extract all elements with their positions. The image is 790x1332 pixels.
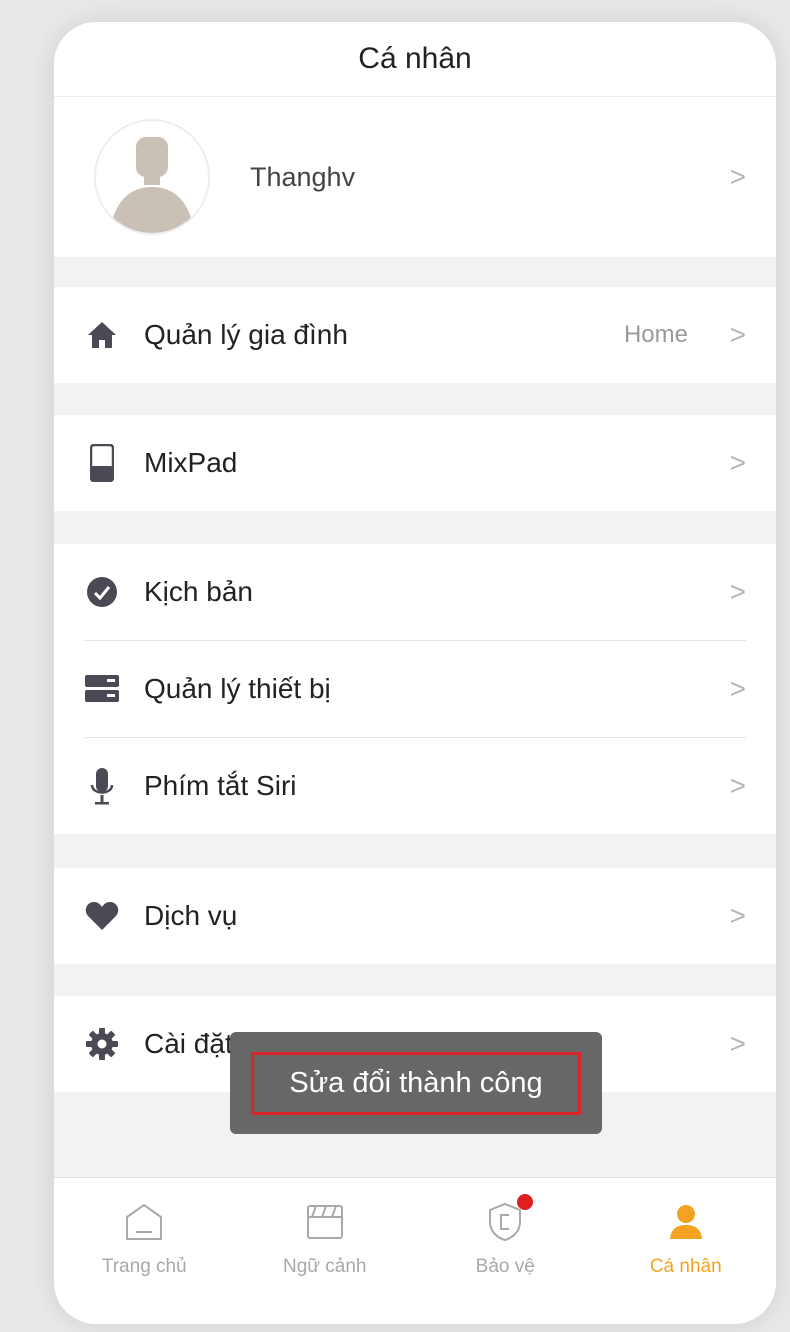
tab-scenes[interactable]: Ngữ cảnh — [235, 1178, 416, 1324]
microphone-icon — [84, 768, 120, 805]
chevron-right-icon: > — [729, 1028, 746, 1059]
automation-card: Kịch bản > Quản lý thiết bị > Phím tắt S… — [54, 544, 776, 834]
page-title: Cá nhân — [358, 42, 472, 75]
family-management-item[interactable]: Quản lý gia đình Home > — [54, 287, 776, 383]
family-name-value: Home — [623, 321, 688, 348]
tab-personal[interactable]: Cá nhân — [596, 1178, 777, 1324]
device-management-label: Quản lý thiết bị — [144, 673, 331, 704]
service-card: Dịch vụ > — [54, 868, 776, 964]
page-header: Cá nhân — [54, 22, 776, 97]
avatar-silhouette-icon — [110, 137, 194, 233]
chevron-right-icon: > — [729, 447, 746, 478]
mixpad-item[interactable]: MixPad > — [54, 415, 776, 511]
profile-row[interactable]: Thanghv > — [54, 97, 776, 257]
chevron-right-icon: > — [729, 576, 746, 607]
tablet-icon — [84, 444, 120, 482]
tab-home[interactable]: Trang chủ — [54, 1178, 235, 1324]
siri-shortcuts-label: Phím tắt Siri — [144, 770, 297, 801]
chevron-right-icon: > — [729, 319, 746, 350]
family-card: Quản lý gia đình Home > — [54, 287, 776, 383]
siri-shortcuts-item[interactable]: Phím tắt Siri > — [54, 738, 776, 834]
heart-icon — [84, 898, 120, 934]
tab-security[interactable]: Bảo vệ — [415, 1178, 596, 1324]
person-icon — [664, 1200, 708, 1244]
family-management-label: Quản lý gia đình — [144, 319, 348, 350]
device-management-item[interactable]: Quản lý thiết bị > — [54, 641, 776, 737]
shield-icon — [483, 1194, 534, 1244]
home-icon — [84, 317, 120, 353]
chevron-right-icon: > — [729, 770, 746, 801]
avatar — [94, 119, 210, 235]
success-toast: Sửa đổi thành công — [230, 1032, 602, 1134]
toast-message: Sửa đổi thành công — [251, 1051, 581, 1115]
server-icon — [84, 671, 120, 707]
tab-label: Ngữ cảnh — [283, 1256, 367, 1277]
mixpad-label: MixPad — [144, 447, 238, 478]
scenario-label: Kịch bản — [144, 576, 253, 607]
service-label: Dịch vụ — [144, 900, 238, 931]
chevron-right-icon: > — [729, 900, 746, 931]
phone-screen: Cá nhân Thanghv > Quản lý gia đình Home … — [54, 22, 776, 1324]
scenario-check-icon — [84, 574, 120, 610]
tab-label: Bảo vệ — [475, 1256, 535, 1277]
mixpad-card: MixPad > — [54, 415, 776, 511]
tab-label: Cá nhân — [649, 1256, 722, 1277]
scenario-item[interactable]: Kịch bản > — [54, 544, 776, 640]
service-item[interactable]: Dịch vụ > — [54, 868, 776, 964]
profile-card[interactable]: Thanghv > — [54, 97, 776, 257]
bottom-tab-bar: Trang chủ Ngữ cảnh Bảo vệ Cá nhân — [54, 1177, 776, 1324]
chevron-right-icon: > — [729, 673, 746, 704]
tab-label: Trang chủ — [101, 1256, 187, 1277]
gear-icon — [84, 1026, 120, 1062]
scene-clapperboard-icon — [303, 1200, 347, 1244]
chevron-right-icon: > — [729, 161, 746, 192]
notification-badge — [517, 1194, 534, 1210]
username: Thanghv — [250, 161, 356, 192]
home-outline-icon — [122, 1200, 166, 1244]
